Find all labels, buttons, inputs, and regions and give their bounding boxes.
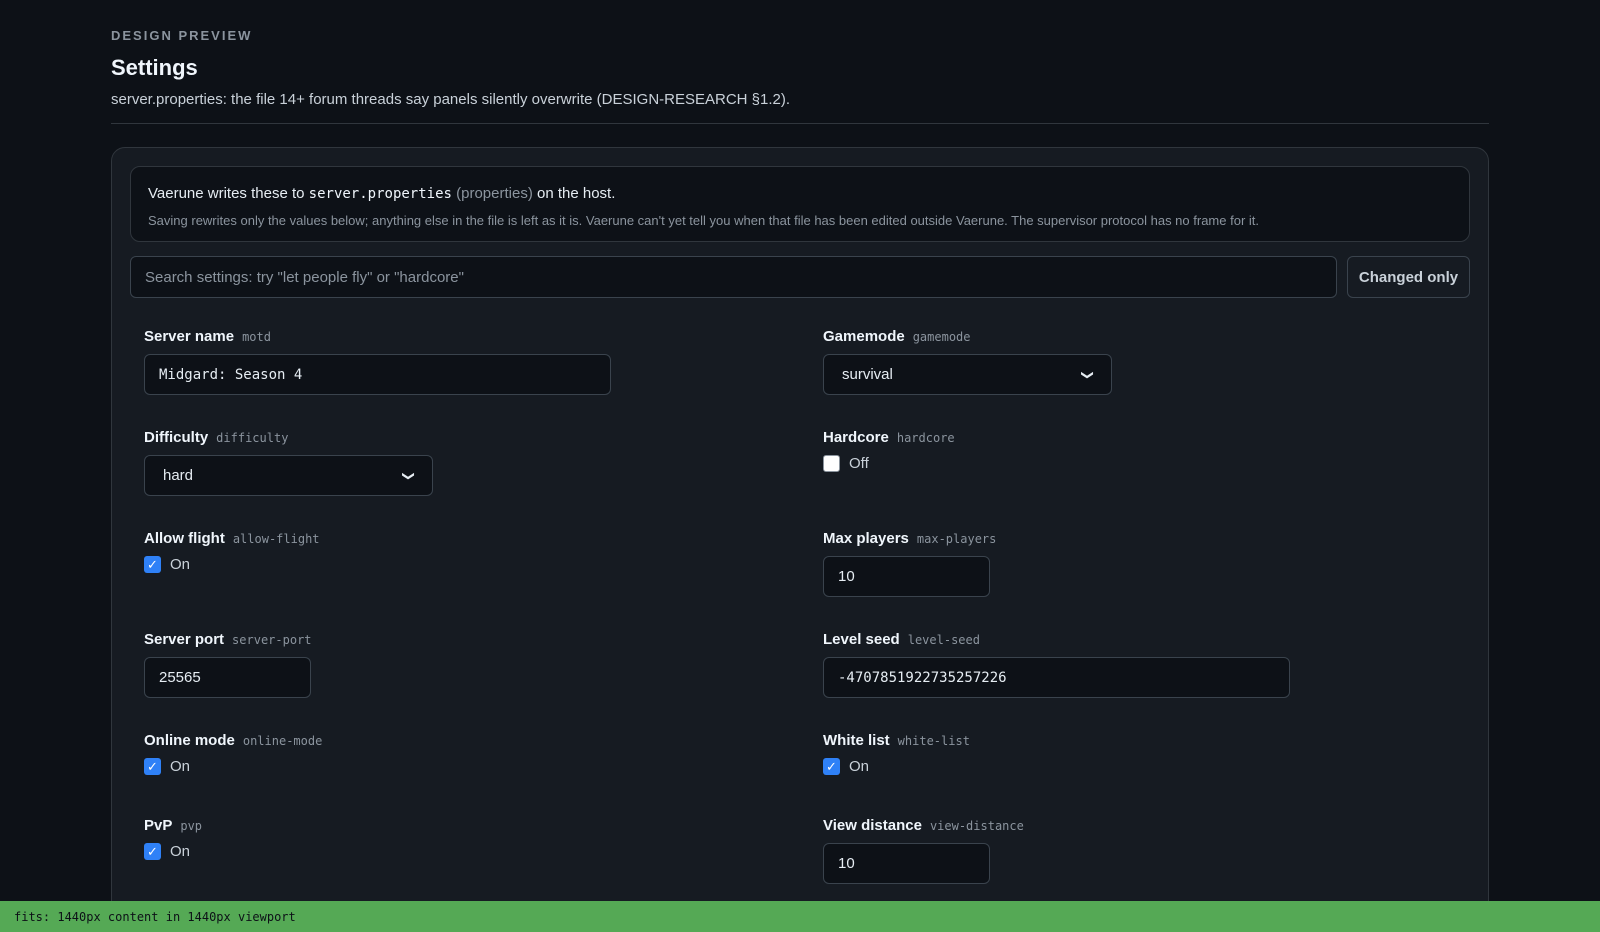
notice-detail: Saving rewrites only the values below; a… bbox=[148, 213, 1259, 228]
settings-panel: Vaerune writes these to server.propertie… bbox=[111, 147, 1489, 932]
field-key: max-players bbox=[916, 532, 997, 546]
eyebrow: DESIGN PREVIEW bbox=[111, 28, 253, 43]
field-label: Max players bbox=[823, 530, 909, 547]
field-key: server-port bbox=[232, 633, 312, 647]
field-pvp: PvP pvp ✓ On bbox=[144, 817, 444, 860]
select-value: survival bbox=[842, 366, 893, 383]
field-max-players: Max players max-players bbox=[823, 530, 1123, 597]
changed-only-button[interactable]: Changed only bbox=[1347, 256, 1470, 298]
field-label: Allow flight bbox=[144, 530, 225, 547]
checkbox[interactable]: ✓ bbox=[144, 843, 161, 860]
field-difficulty: Difficulty difficulty hard ❯ bbox=[144, 429, 444, 496]
search-input[interactable] bbox=[130, 256, 1337, 298]
toggle-state: On bbox=[170, 843, 191, 860]
field-key: motd bbox=[242, 330, 271, 344]
chevron-down-icon: ❯ bbox=[1080, 369, 1095, 380]
select-value: hard bbox=[163, 467, 194, 484]
toggle-state: Off bbox=[849, 455, 869, 472]
field-gamemode: Gamemode gamemode survival ❯ bbox=[823, 328, 1123, 395]
view-distance-input[interactable] bbox=[823, 843, 990, 884]
white-list-toggle[interactable]: ✓ On bbox=[823, 758, 869, 775]
field-view-distance: View distance view-distance bbox=[823, 817, 1123, 884]
online-mode-toggle[interactable]: ✓ On bbox=[144, 758, 190, 775]
check-icon: ✓ bbox=[147, 557, 158, 572]
check-icon: ✓ bbox=[147, 844, 158, 859]
field-motd: Server name motd bbox=[144, 328, 614, 395]
info-notice: Vaerune writes these to server.propertie… bbox=[130, 166, 1470, 242]
server-name-input[interactable] bbox=[144, 354, 611, 395]
checkbox[interactable]: ✓ bbox=[823, 758, 840, 775]
notice-headline: Vaerune writes these to server.propertie… bbox=[148, 185, 615, 202]
hardcore-toggle[interactable]: Off bbox=[823, 455, 869, 472]
divider bbox=[111, 123, 1489, 124]
checkbox[interactable]: ✓ bbox=[144, 758, 161, 775]
toggle-state: On bbox=[849, 758, 870, 775]
page-title: Settings bbox=[111, 55, 198, 80]
field-key: level-seed bbox=[907, 633, 980, 647]
field-label: Server port bbox=[144, 631, 225, 648]
field-key: view-distance bbox=[929, 819, 1024, 833]
field-key: gamemode bbox=[912, 330, 971, 344]
field-label: View distance bbox=[823, 817, 922, 834]
checkbox[interactable]: ✓ bbox=[144, 556, 161, 573]
toggle-state: On bbox=[170, 556, 191, 573]
notice-suffix: on the host. bbox=[537, 185, 616, 202]
level-seed-input[interactable] bbox=[823, 657, 1290, 698]
field-hardcore: Hardcore hardcore Off bbox=[823, 429, 1123, 472]
toggle-state: On bbox=[170, 758, 191, 775]
field-level-seed: Level seed level-seed bbox=[823, 631, 1293, 698]
field-label: Hardcore bbox=[823, 429, 889, 446]
page-subtitle: server.properties: the file 14+ forum th… bbox=[111, 91, 791, 108]
field-label: Online mode bbox=[144, 732, 235, 749]
check-icon: ✓ bbox=[826, 759, 837, 774]
field-key: pvp bbox=[180, 819, 203, 833]
notice-filename: server.properties bbox=[308, 186, 452, 202]
gamemode-select[interactable]: survival ❯ bbox=[823, 354, 1112, 395]
field-key: allow-flight bbox=[232, 532, 320, 546]
field-online-mode: Online mode online-mode ✓ On bbox=[144, 732, 444, 775]
server-port-input[interactable] bbox=[144, 657, 311, 698]
field-key: difficulty bbox=[216, 431, 289, 445]
field-server-port: Server port server-port bbox=[144, 631, 444, 698]
field-key: white-list bbox=[897, 734, 970, 748]
notice-prefix: Vaerune writes these to bbox=[148, 185, 305, 202]
check-icon: ✓ bbox=[147, 759, 158, 774]
chevron-down-icon: ❯ bbox=[401, 470, 416, 481]
field-label: Gamemode bbox=[823, 328, 905, 345]
fit-status-bar: fits: 1440px content in 1440px viewport bbox=[0, 901, 1600, 932]
field-label: White list bbox=[823, 732, 890, 749]
field-label: PvP bbox=[144, 817, 173, 834]
field-key: online-mode bbox=[242, 734, 323, 748]
field-label: Server name bbox=[144, 328, 235, 345]
field-white-list: White list white-list ✓ On bbox=[823, 732, 1123, 775]
pvp-toggle[interactable]: ✓ On bbox=[144, 843, 190, 860]
difficulty-select[interactable]: hard ❯ bbox=[144, 455, 433, 496]
field-key: hardcore bbox=[896, 431, 955, 445]
max-players-input[interactable] bbox=[823, 556, 990, 597]
allow-flight-toggle[interactable]: ✓ On bbox=[144, 556, 190, 573]
field-label: Difficulty bbox=[144, 429, 209, 446]
checkbox[interactable] bbox=[823, 455, 840, 472]
field-allow-flight: Allow flight allow-flight ✓ On bbox=[144, 530, 444, 573]
field-label: Level seed bbox=[823, 631, 900, 648]
notice-paren: (properties) bbox=[456, 185, 533, 202]
